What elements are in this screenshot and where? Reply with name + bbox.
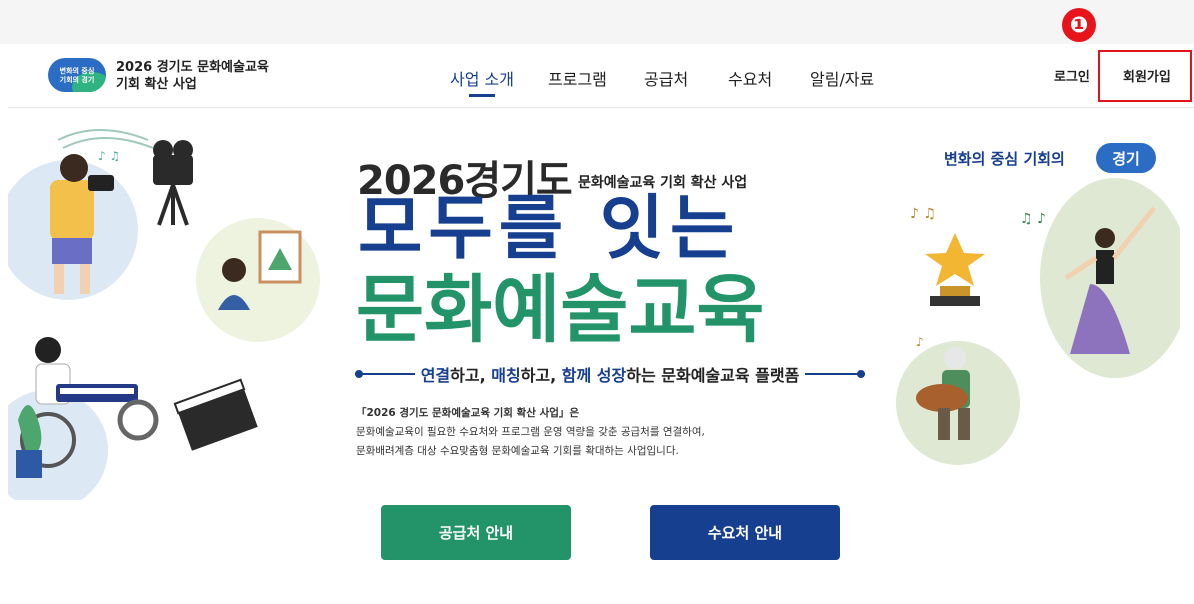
site-title[interactable]: 2026 경기도 문화예술교육 기회 확산 사업 — [116, 59, 269, 93]
tagline-word-connect: 연결 — [420, 366, 451, 385]
slogan-pill: 경기 — [1096, 143, 1160, 177]
nav-item-program[interactable]: 프로그램 — [548, 66, 607, 90]
logo-text-line2: 기회의 경기 — [59, 76, 95, 84]
left-illustrations: ♪ ♫ — [8, 129, 320, 500]
hero-main-line2: 문화예술교육 — [356, 267, 765, 353]
svg-text:♪ ♫: ♪ ♫ — [910, 206, 936, 222]
nav-item-demand[interactable]: 수요처 — [728, 66, 772, 90]
right-illustrations: ♪ ♫ ♫ ♪ ♪ — [896, 178, 1180, 465]
hero-description: 「2026 경기도 문화예술교육 기회 확산 사업」은 문화예술교육이 필요한 … — [356, 404, 705, 461]
tagline-word-match: 매칭 — [491, 366, 521, 385]
description-line: 문화배려계층 대상 수요맞춤형 문화예술교육 기회를 확대하는 사업입니다. — [356, 445, 679, 457]
tagline-text-1: 하고, — [450, 366, 492, 385]
tagline-text-3: 하는 문화예술교육 플랫폼 — [626, 366, 800, 385]
tagline-right-rule — [805, 370, 866, 378]
top-gap — [0, 0, 1194, 44]
site-logo[interactable]: 변화의 중심 기회의 경기 — [48, 58, 106, 92]
svg-text:♪: ♪ — [916, 335, 924, 349]
svg-text:♫ ♪: ♫ ♪ — [1020, 211, 1046, 227]
description-line: 문화예술교육이 필요한 수요처와 프로그램 운영 역량을 갖춘 공급처를 연결하… — [356, 426, 705, 438]
site-title-line1: 2026 경기도 문화예술교육 — [116, 60, 269, 75]
svg-text:♪ ♫: ♪ ♫ — [98, 149, 120, 163]
step-marker: ❶ — [1062, 8, 1096, 42]
supplier-guide-button[interactable]: 공급처 안내 — [381, 505, 571, 560]
nav-item-supplier[interactable]: 공급처 — [644, 66, 688, 90]
demand-guide-button[interactable]: 수요처 안내 — [650, 505, 840, 560]
hero-tagline: 연결하고, 매칭하고, 함께 성장하는 문화예술교육 플랫폼 — [355, 362, 866, 386]
tagline-word-grow: 함께 성장 — [561, 366, 627, 385]
description-line: 「2026 경기도 문화예술교육 기회 확산 사업」은 — [356, 407, 580, 419]
slogan-text: 변화의 중심 기회의 — [944, 150, 1065, 168]
hero-main-line1: 모두를 잇는 — [358, 187, 741, 269]
tagline-left-rule — [355, 370, 415, 378]
logo-text-line1: 변화의 중심 — [59, 67, 95, 75]
signup-link[interactable]: 회원가입 — [1123, 66, 1171, 85]
tagline-text-2: 하고, — [520, 366, 562, 385]
site-header: 변화의 중심 기회의 경기 2026 경기도 문화예술교육 기회 확산 사업 사… — [8, 44, 1194, 108]
nav-item-notice[interactable]: 알림/자료 — [810, 66, 874, 90]
site-title-line2: 기회 확산 사업 — [116, 77, 197, 92]
login-link[interactable]: 로그인 — [1054, 66, 1090, 85]
nav-item-intro[interactable]: 사업 소개 — [450, 66, 514, 90]
